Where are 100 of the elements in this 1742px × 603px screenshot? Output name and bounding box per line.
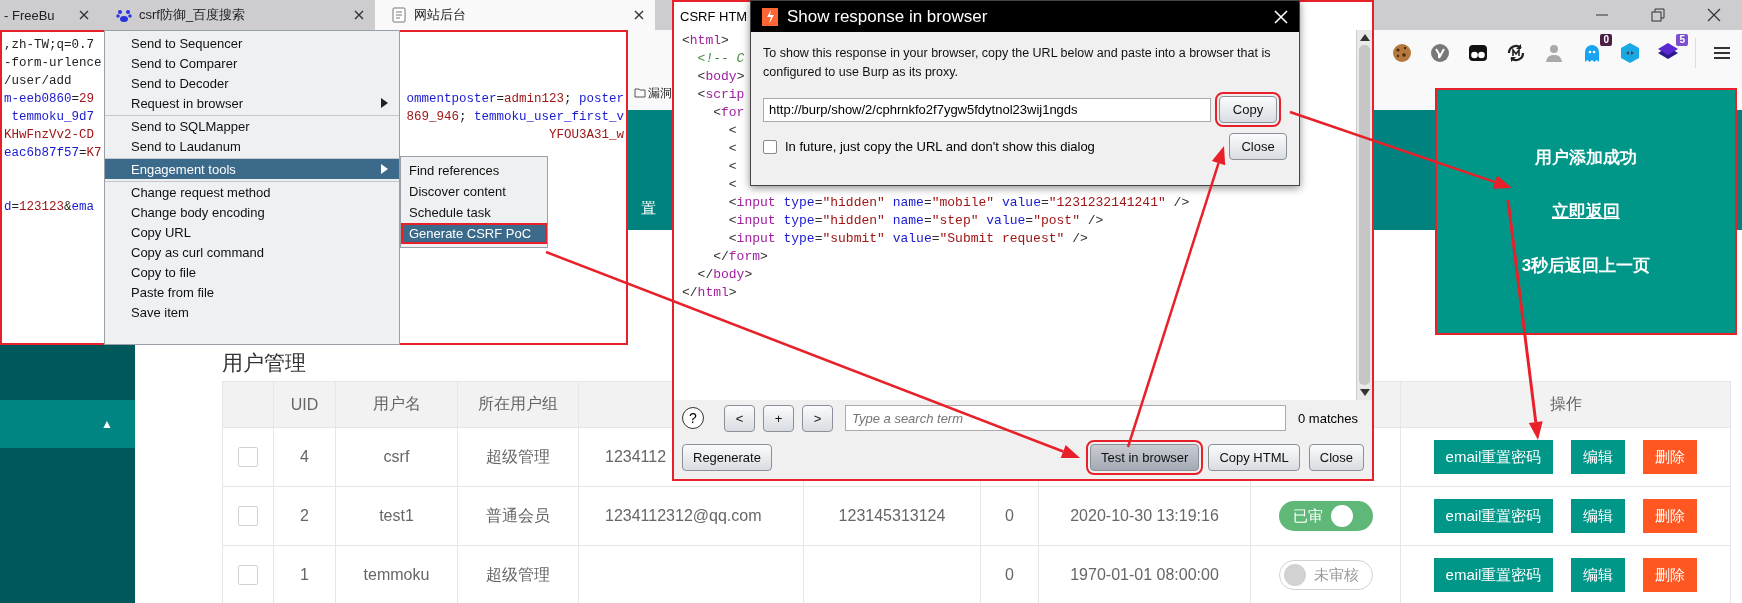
dialog-message: To show this response in your browser, copy the URL below and paste into a browser that is configured to use Burp as its proxy. — [763, 45, 1272, 81]
match-count: 0 matches — [1298, 410, 1358, 426]
close-icon[interactable] — [633, 9, 645, 21]
code-line: < — [727, 123, 737, 138]
table-cell: 2 — [274, 487, 336, 546]
table-cell: 0 — [981, 546, 1039, 603]
table-cell: 2020-10-30 13:19:16 — [1039, 487, 1251, 546]
restore-icon[interactable] — [1650, 7, 1666, 23]
code-line: </html> — [682, 285, 737, 300]
table-cell: 1 — [274, 546, 336, 603]
table-cell: 0 — [981, 487, 1039, 546]
column-header: 操作 — [1401, 382, 1731, 428]
code-line: eac6b87f57=K7 — [4, 145, 102, 162]
url-field[interactable]: http://burp/show/2/cphrnkfo2f7ygw5fdytnol23wij1ngds — [763, 97, 1211, 122]
dialog-title: Show response in browser — [787, 6, 989, 27]
menu-item[interactable]: Save item — [105, 302, 399, 322]
reset-password-button[interactable]: email重置密码 — [1433, 440, 1554, 474]
count-badge: 0 — [1600, 34, 1612, 46]
code-line: < — [727, 177, 737, 192]
menu-item[interactable]: Request in browser — [105, 93, 399, 113]
nav-item[interactable]: 置 — [641, 199, 656, 218]
cycle-arrows-icon[interactable] — [1505, 42, 1527, 64]
return-link[interactable]: 立即返回 — [1552, 201, 1620, 222]
code-line: <scrip — [696, 87, 745, 102]
code-line: YFOU3A31_w — [549, 127, 624, 144]
table-cell: 123145313124 — [804, 487, 981, 546]
previous-button[interactable]: < — [724, 404, 755, 432]
reset-password-button[interactable]: email重置密码 — [1433, 499, 1554, 533]
column-header: 用户名 — [336, 382, 458, 428]
code-line: </body> — [696, 267, 753, 282]
table-cell: 普通会员 — [458, 487, 579, 546]
code-line: <!-- C — [696, 51, 745, 66]
browser-tab[interactable]: csrf防御_百度搜索 — [100, 0, 375, 30]
lightning-icon — [761, 6, 779, 27]
countdown-text: 3秒后返回上一页 — [1521, 255, 1651, 276]
browser-tab[interactable]: - FreeBu — [0, 0, 100, 30]
menu-item[interactable]: Copy to file — [105, 262, 399, 282]
dialog-button[interactable]: Regenerate — [682, 444, 772, 471]
row-checkbox[interactable] — [238, 506, 258, 526]
code-line: KHwFnzVv2-CD — [4, 127, 94, 144]
menu-item[interactable]: Send to Sequencer — [105, 33, 399, 53]
menu-item[interactable]: Change body encoding — [105, 202, 399, 222]
add-button[interactable]: + — [763, 404, 794, 432]
column-header: 所在用户组 — [458, 382, 579, 428]
edit-button[interactable]: 编辑 — [1571, 558, 1626, 592]
page-icon — [391, 7, 407, 23]
menu-item[interactable]: Change request method — [105, 181, 399, 202]
row-checkbox[interactable] — [238, 565, 258, 585]
table-cell: test1 — [336, 487, 458, 546]
row-checkbox[interactable] — [238, 447, 258, 467]
cookie-icon[interactable] — [1391, 42, 1413, 64]
code-line: <for — [712, 105, 745, 120]
menu-item[interactable]: Find references — [401, 160, 547, 181]
submenu-arrow-icon — [380, 163, 389, 175]
code-line: ommentposter=admin123; poster — [406, 91, 624, 108]
close-icon[interactable] — [353, 9, 365, 21]
table-cell: csrf — [336, 428, 458, 487]
menu-item[interactable]: Schedule task — [401, 202, 547, 223]
table-cell: 超级管理 — [458, 546, 579, 603]
edit-button[interactable]: 编辑 — [1571, 499, 1626, 533]
logo-icon[interactable] — [1429, 42, 1451, 64]
search-field[interactable]: Type a search term — [845, 405, 1286, 431]
menu-item[interactable]: Copy as curl command — [105, 242, 399, 262]
code-line: </form> — [712, 249, 768, 264]
sidebar-item[interactable]: ▲ — [0, 400, 135, 448]
table-cell: 4 — [274, 428, 336, 487]
code-line: temmoku_9d7 — [10, 109, 94, 126]
table-cell: 1970-01-01 08:00:00 — [1039, 546, 1251, 603]
edit-button[interactable]: 编辑 — [1571, 440, 1626, 474]
menu-item[interactable]: Send to Comparer — [105, 53, 399, 73]
code-line: 869_946; temmoku_user_first_v — [406, 109, 624, 126]
menu-item[interactable]: Generate CSRF PoC — [401, 223, 547, 244]
close-icon[interactable] — [1706, 7, 1722, 23]
reset-password-button[interactable]: email重置密码 — [1433, 558, 1554, 592]
menu-item[interactable]: Send to Laudanum — [105, 136, 399, 156]
next-button[interactable]: > — [802, 404, 833, 432]
menu-item[interactable]: Discover content — [401, 181, 547, 202]
close-icon[interactable] — [78, 9, 90, 21]
menu-item[interactable]: Engagement tools — [105, 158, 399, 179]
code-line: <html> — [682, 33, 729, 48]
menu-item[interactable]: Send to Decoder — [105, 73, 399, 93]
menu-item[interactable]: Copy URL — [105, 222, 399, 242]
browser-tab[interactable]: 网站后台 — [375, 0, 655, 30]
table-cell: 超级管理 — [458, 428, 579, 487]
help-button[interactable]: ? — [682, 407, 704, 429]
folder-icon — [634, 87, 646, 99]
scrollbar[interactable] — [1356, 30, 1372, 400]
bookmark-item[interactable]: 漏洞 — [634, 84, 672, 102]
dialog-button[interactable]: Close — [1229, 133, 1287, 160]
dialog-button[interactable]: Copy HTML — [1208, 444, 1300, 471]
glasses-icon[interactable] — [1467, 42, 1489, 64]
code-line: ,zh-TW;q=0.7 — [4, 37, 94, 54]
success-message: 用户添加成功 — [1535, 147, 1637, 168]
code-line: <body> — [696, 69, 745, 84]
checkbox[interactable] — [763, 139, 777, 154]
hexagon-icon[interactable] — [1619, 42, 1641, 64]
menu-item[interactable]: Paste from file — [105, 282, 399, 302]
menu-item[interactable]: Send to SQLMapper — [105, 115, 399, 136]
page-heading: 用户管理 — [222, 350, 307, 376]
dialog-button[interactable]: Close — [1308, 444, 1364, 471]
